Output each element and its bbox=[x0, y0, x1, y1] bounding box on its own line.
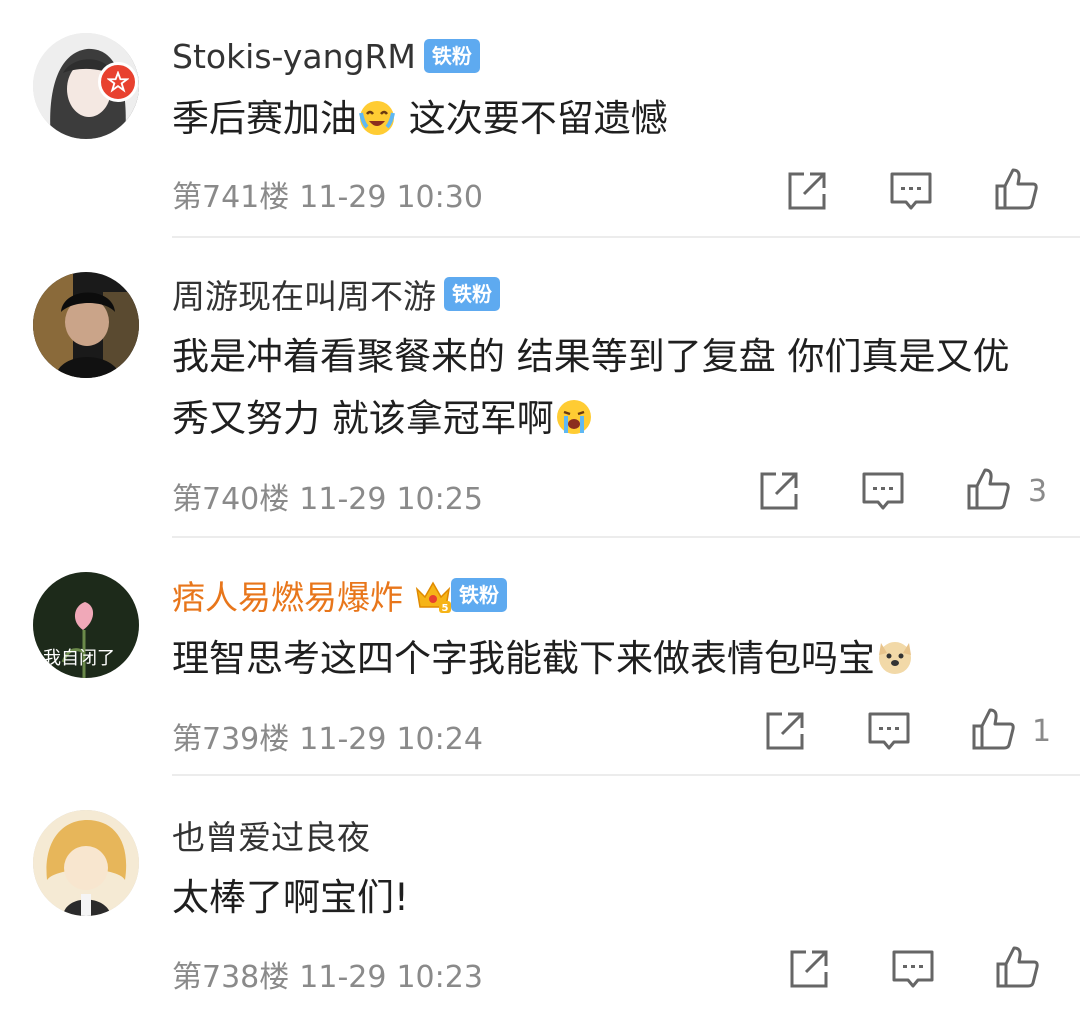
like-icon[interactable] bbox=[994, 944, 1040, 990]
comment-text: 我是冲着看聚餐来的 结果等到了复盘 你们真是又优秀又努力 就该拿冠军啊 bbox=[172, 335, 1010, 440]
comment-date: 11-29 bbox=[299, 722, 387, 757]
red-star-badge-icon bbox=[98, 62, 138, 102]
doge-emoji-icon bbox=[879, 642, 911, 674]
like-icon[interactable] bbox=[993, 166, 1039, 212]
username[interactable]: 痞人易燃易爆炸 bbox=[172, 571, 403, 619]
reply-icon[interactable] bbox=[860, 468, 906, 514]
comment-text: 季后赛加油 这次要不留遗憾 bbox=[172, 97, 668, 140]
comment-header: 周游现在叫周不游 铁粉 bbox=[172, 271, 500, 317]
username[interactable]: 也曾爱过良夜 bbox=[172, 811, 370, 859]
crying-emoji-icon bbox=[556, 400, 591, 434]
reply-icon[interactable] bbox=[888, 168, 934, 214]
comment-item: 也曾爱过良夜 太棒了啊宝们! 第738楼 11-29 10:23 bbox=[0, 778, 1080, 1016]
avatar-caption: 我自闭了 bbox=[43, 648, 115, 669]
fan-badge: 铁粉 bbox=[451, 578, 507, 612]
reply-icon[interactable] bbox=[866, 708, 912, 754]
comment-text: 太棒了啊宝们! bbox=[172, 876, 409, 919]
comment-header: Stokis-yangRM 铁粉 bbox=[172, 33, 480, 79]
level-badge: 5 bbox=[442, 603, 449, 614]
laugh-cry-emoji-icon bbox=[359, 101, 395, 135]
avatar-image bbox=[33, 810, 139, 916]
like-count: 3 bbox=[1028, 474, 1048, 509]
like-icon[interactable] bbox=[965, 466, 1011, 512]
comment-time: 10:24 bbox=[396, 722, 483, 757]
floor-number: 第741楼 bbox=[172, 180, 290, 215]
comment-meta: 第741楼 11-29 10:30 bbox=[172, 172, 493, 216]
comment-time: 10:30 bbox=[396, 180, 483, 215]
comment-time: 10:23 bbox=[396, 960, 483, 995]
comment-date: 11-29 bbox=[299, 180, 387, 215]
avatar[interactable] bbox=[33, 810, 139, 916]
floor-number: 第738楼 bbox=[172, 960, 290, 995]
comment-meta: 第740楼 11-29 10:25 bbox=[172, 474, 493, 518]
fan-badge: 铁粉 bbox=[423, 39, 480, 73]
comment-text: 理智思考这四个字我能截下来做表情包吗宝 bbox=[172, 628, 1042, 690]
like-count: 1 bbox=[1032, 714, 1052, 749]
share-icon[interactable] bbox=[784, 168, 830, 214]
crown-icon: 5 bbox=[415, 581, 451, 614]
comment-header: 也曾爱过良夜 bbox=[172, 812, 370, 858]
comment-item: Stokis-yangRM 铁粉 季后赛加油 这次要不留遗憾 第741楼 11-2… bbox=[0, 0, 1080, 238]
floor-number: 第740楼 bbox=[172, 482, 290, 517]
share-icon[interactable] bbox=[786, 946, 832, 992]
like-icon[interactable] bbox=[970, 706, 1016, 752]
reply-icon[interactable] bbox=[890, 946, 936, 992]
comment-meta: 第738楼 11-29 10:23 bbox=[172, 952, 493, 996]
comment-time: 10:25 bbox=[396, 482, 483, 517]
username[interactable]: Stokis-yangRM bbox=[172, 37, 416, 76]
avatar[interactable]: 我自闭了 bbox=[33, 572, 139, 678]
comment-header: 痞人易燃易爆炸 5 铁粉 bbox=[172, 572, 507, 618]
share-icon[interactable] bbox=[762, 708, 808, 754]
fan-badge: 铁粉 bbox=[444, 277, 500, 311]
comment-item: 周游现在叫周不游 铁粉 我是冲着看聚餐来的 结果等到了复盘 你们真是又优秀又努力… bbox=[0, 238, 1080, 538]
divider bbox=[172, 774, 1080, 776]
avatar[interactable] bbox=[33, 272, 139, 378]
comment-item: 我自闭了 痞人易燃易爆炸 5 铁粉 理智思考这四个字我能截下来做表情包吗宝 第7… bbox=[0, 538, 1080, 778]
comment-date: 11-29 bbox=[299, 482, 387, 517]
comment-date: 11-29 bbox=[299, 960, 387, 995]
comment-meta: 第739楼 11-29 10:24 bbox=[172, 714, 493, 758]
avatar-image bbox=[33, 272, 139, 378]
username[interactable]: 周游现在叫周不游 bbox=[172, 270, 436, 318]
floor-number: 第739楼 bbox=[172, 722, 290, 757]
share-icon[interactable] bbox=[756, 468, 802, 514]
